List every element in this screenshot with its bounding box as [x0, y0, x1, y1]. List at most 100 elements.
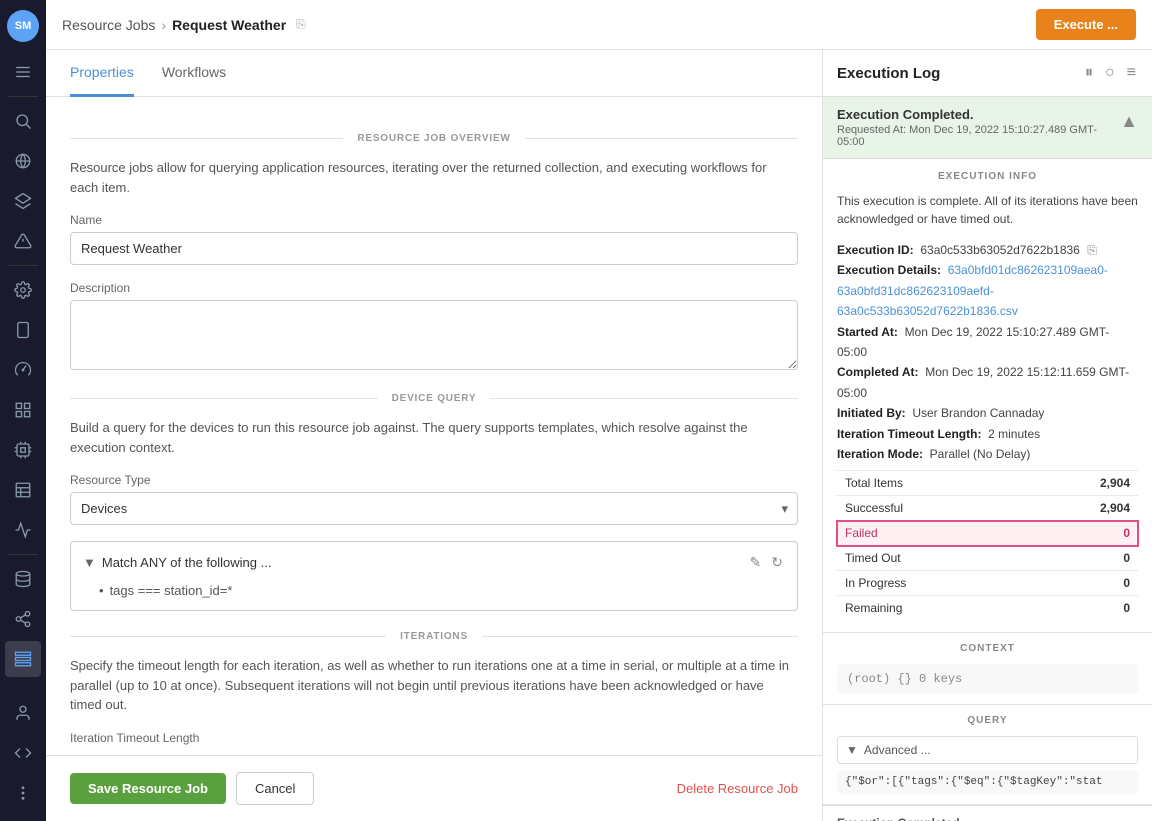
execution-completed-bar: Execution Completed. Requested At: Mon D… — [823, 97, 1152, 159]
stat-label: In Progress — [837, 571, 1026, 596]
name-input[interactable] — [70, 232, 798, 265]
breadcrumb-current: Request Weather — [172, 17, 286, 33]
tab-properties[interactable]: Properties — [70, 50, 134, 97]
query-filter-row: ▼ Advanced ... — [837, 736, 1138, 764]
execution-completed-sub: Requested At: Mon Dec 19, 2022 15:10:27.… — [837, 124, 1112, 148]
description-input[interactable] — [70, 300, 798, 370]
delete-button[interactable]: Delete Resource Job — [677, 781, 798, 796]
stat-value: 2,904 — [1026, 496, 1138, 521]
execution-id-label: Execution ID: — [837, 243, 914, 257]
chart-nav-icon[interactable] — [5, 512, 41, 548]
stat-label: Failed — [837, 521, 1026, 546]
menu-icon[interactable] — [5, 54, 41, 90]
context-code: (root) {} 0 keys — [837, 664, 1138, 694]
initiated-value: User Brandon Cannaday — [912, 406, 1044, 420]
code-nav-icon[interactable] — [5, 735, 41, 771]
execution-footer-bar: Execution Completed. — [823, 805, 1152, 821]
execution-id-row: Execution ID: 63a0c533b63052d7622b1836 ⎘ — [837, 240, 1138, 260]
circle-button[interactable]: ○ — [1103, 62, 1117, 84]
query-actions: ✎ ↻ — [748, 552, 785, 573]
iteration-mode-label: Iteration Mode: — [837, 447, 923, 461]
execution-details-label: Execution Details: — [837, 263, 941, 277]
started-label: Started At: — [837, 325, 898, 339]
description-field: Description — [70, 281, 798, 373]
tab-workflows[interactable]: Workflows — [162, 50, 226, 97]
database-nav-icon[interactable] — [5, 561, 41, 597]
query-filter-icon: ▼ — [846, 743, 858, 757]
resource-job-overview-label: RESOURCE JOB OVERVIEW — [343, 133, 524, 144]
refresh-query-button[interactable]: ↻ — [769, 552, 785, 573]
query-builder: ▼ Match ANY of the following ... ✎ ↻ • t… — [70, 541, 798, 611]
save-button[interactable]: Save Resource Job — [70, 773, 226, 804]
globe-nav-icon[interactable] — [5, 143, 41, 179]
table-nav-icon[interactable] — [5, 472, 41, 508]
table-row: Total Items2,904 — [837, 471, 1138, 496]
grid-nav-icon[interactable] — [5, 392, 41, 428]
sidebar-bottom — [5, 693, 41, 813]
timeout-value: 2 minutes — [988, 427, 1040, 441]
avatar[interactable]: SM — [7, 10, 39, 42]
query-bullet: • — [99, 583, 104, 598]
device-query-label: DEVICE QUERY — [378, 393, 491, 404]
more-nav-icon[interactable] — [5, 775, 41, 811]
iteration-timeout-label: Iteration Timeout Length — [70, 731, 798, 745]
context-title: CONTEXT — [837, 643, 1138, 654]
iteration-mode-row: Iteration Mode: Parallel (No Delay) — [837, 444, 1138, 464]
context-section: CONTEXT (root) {} 0 keys — [823, 633, 1152, 705]
execute-button[interactable]: Execute ... — [1036, 9, 1136, 40]
pause-button[interactable]: ⏸ — [1083, 62, 1095, 84]
cancel-button[interactable]: Cancel — [236, 772, 314, 805]
breadcrumb-resource-jobs[interactable]: Resource Jobs — [62, 17, 155, 33]
stat-value: 0 — [1026, 546, 1138, 571]
completed-row: Completed At: Mon Dec 19, 2022 15:12:11.… — [837, 362, 1138, 403]
query-item-text: tags === station_id=* — [110, 583, 233, 598]
query-builder-header: ▼ Match ANY of the following ... ✎ ↻ — [83, 552, 785, 573]
sidebar-divider-3 — [8, 554, 38, 555]
timeout-label: Iteration Timeout Length: — [837, 427, 981, 441]
gauge-nav-icon[interactable] — [5, 352, 41, 388]
scroll-up-icon[interactable]: ▲ — [1120, 111, 1138, 132]
query-item: • tags === station_id=* — [99, 581, 785, 600]
stat-label: Total Items — [837, 471, 1026, 496]
iterations-desc: Specify the timeout length for each iter… — [70, 656, 798, 715]
iterations-label: ITERATIONS — [386, 631, 482, 642]
query-section: QUERY ▼ Advanced ... {"$or":[{"tags":{"$… — [823, 705, 1152, 805]
list-button[interactable]: ≡ — [1125, 62, 1138, 84]
iteration-mode-value: Parallel (No Delay) — [930, 447, 1031, 461]
copy-id-icon[interactable]: ⎘ — [1087, 243, 1097, 257]
resource-nav-icon[interactable] — [5, 641, 41, 677]
mobile-nav-icon[interactable] — [5, 312, 41, 348]
execution-log-body: Execution Completed. Requested At: Mon D… — [823, 97, 1152, 821]
layers-nav-icon[interactable] — [5, 183, 41, 219]
stat-value: 2,904 — [1026, 471, 1138, 496]
alert-nav-icon[interactable] — [5, 223, 41, 259]
resource-job-overview-divider: RESOURCE JOB OVERVIEW — [70, 133, 798, 144]
stat-label: Successful — [837, 496, 1026, 521]
device-query-desc: Build a query for the devices to run thi… — [70, 418, 798, 457]
workflow-nav-icon[interactable] — [5, 601, 41, 637]
execution-info-title: EXECUTION INFO — [837, 171, 1138, 182]
resource-type-select[interactable]: Devices Users Groups — [70, 492, 798, 525]
cpu-nav-icon[interactable] — [5, 432, 41, 468]
stat-value: 0 — [1026, 571, 1138, 596]
form-panel: Properties Workflows RESOURCE JOB OVERVI… — [46, 50, 822, 821]
table-row: Remaining0 — [837, 596, 1138, 621]
user-nav-icon[interactable] — [5, 695, 41, 731]
table-row: Successful2,904 — [837, 496, 1138, 521]
table-row: Timed Out0 — [837, 546, 1138, 571]
execution-log-header: Execution Log ⏸ ○ ≡ — [823, 50, 1152, 97]
execution-id-value: 63a0c533b63052d7622b1836 — [920, 243, 1080, 257]
stat-value: 0 — [1026, 596, 1138, 621]
action-bar: Save Resource Job Cancel Delete Resource… — [46, 755, 822, 821]
device-query-divider: DEVICE QUERY — [70, 393, 798, 404]
search-nav-icon[interactable] — [5, 103, 41, 139]
execution-log-title: Execution Log — [837, 65, 940, 82]
edit-query-button[interactable]: ✎ — [748, 552, 764, 573]
copy-icon[interactable]: ⎘ — [296, 17, 306, 32]
table-row: In Progress0 — [837, 571, 1138, 596]
query-title: QUERY — [837, 715, 1138, 726]
completed-label: Completed At: — [837, 365, 919, 379]
top-header: Resource Jobs › Request Weather ⎘ Execut… — [46, 0, 1152, 50]
resource-type-select-wrapper: Devices Users Groups ▾ — [70, 492, 798, 525]
settings-nav-icon[interactable] — [5, 272, 41, 308]
